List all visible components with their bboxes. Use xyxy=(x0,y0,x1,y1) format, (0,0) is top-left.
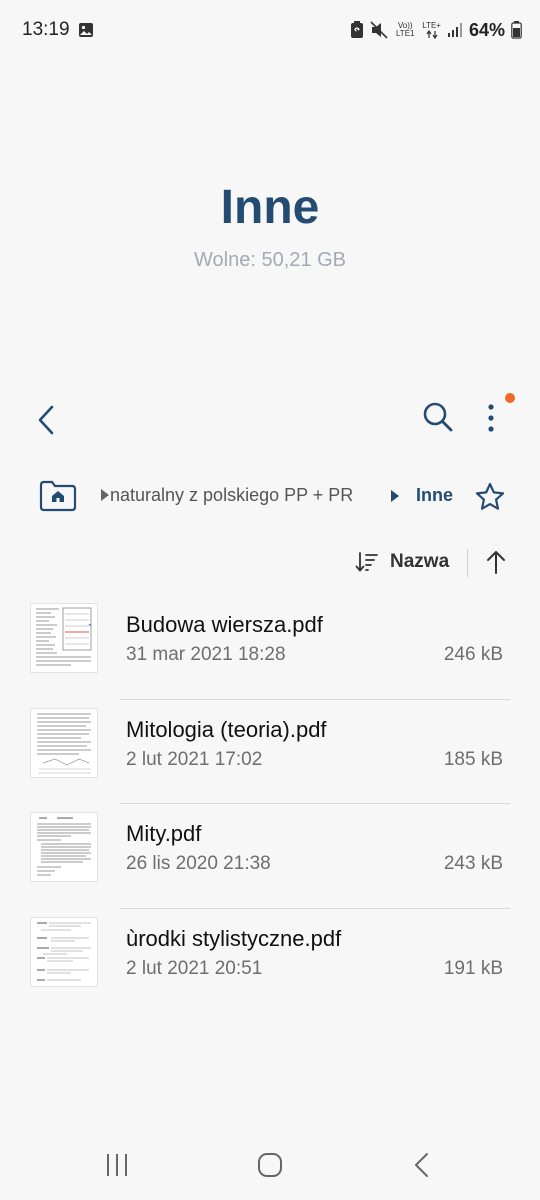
list-item[interactable]: Mity.pdf 26 lis 2020 21:38 243 kB xyxy=(0,804,540,909)
pdf-thumbnail xyxy=(30,916,98,987)
pdf-thumbnail xyxy=(30,812,98,882)
battery-percent: 64% xyxy=(468,19,505,40)
home-folder-icon[interactable] xyxy=(37,479,79,513)
nav-back-icon[interactable] xyxy=(413,1152,431,1178)
file-size: 185 kB xyxy=(443,748,503,770)
back-icon[interactable] xyxy=(32,399,62,441)
battery-saver-icon xyxy=(351,21,364,38)
breadcrumb-parent-label: naturalny z polskiego PP + PR xyxy=(110,485,354,505)
breadcrumb-parent[interactable]: naturalny z polskiego PP + PR xyxy=(100,485,353,506)
sort-bar: Nazwa xyxy=(0,545,540,579)
breadcrumb-current[interactable]: Inne xyxy=(416,485,453,506)
status-bar: 13:19 Vo)) LTE1 LTE+ 64% xyxy=(0,0,540,60)
recent-apps-icon[interactable] xyxy=(104,1152,130,1178)
free-space-label: Wolne: 50,21 GB xyxy=(194,249,346,271)
file-size: 191 kB xyxy=(443,957,503,979)
file-name: Mitologia (teoria).pdf xyxy=(126,716,327,742)
data-arrows-icon xyxy=(426,29,438,39)
volte-label: Vo)) LTE1 xyxy=(395,21,415,38)
list-item[interactable]: Mitologia (teoria).pdf 2 lut 2021 17:02 … xyxy=(0,700,540,804)
breadcrumb: naturalny z polskiego PP + PR Inne xyxy=(0,475,540,519)
file-date: 31 mar 2021 18:28 xyxy=(126,644,286,665)
pdf-thumbnail xyxy=(30,603,98,673)
file-name: Mity.pdf xyxy=(126,821,202,846)
mute-icon xyxy=(370,21,388,39)
status-icons: Vo)) LTE1 LTE+ 64% xyxy=(350,18,522,42)
file-size: 243 kB xyxy=(443,853,503,874)
sort-direction-icon[interactable] xyxy=(484,549,508,575)
signal-icon xyxy=(447,23,462,37)
file-date: 2 lut 2021 20:51 xyxy=(126,957,263,979)
toolbar xyxy=(0,393,540,443)
file-list: Budowa wiersza.pdf 31 mar 2021 18:28 246… xyxy=(0,595,540,1013)
status-time: 13:19 xyxy=(22,19,70,40)
lte-labels: LTE+ xyxy=(422,20,441,39)
divider xyxy=(467,549,468,577)
battery-icon xyxy=(511,21,522,39)
breadcrumb-arrow-icon xyxy=(391,490,399,502)
lte-label: LTE+ xyxy=(422,20,441,30)
notification-dot xyxy=(505,393,515,403)
page-title: Inne xyxy=(220,181,320,234)
sort-icon[interactable] xyxy=(355,551,379,573)
list-item[interactable]: ùrodki stylistyczne.pdf 2 lut 2021 20:51… xyxy=(0,909,540,1014)
file-date: 2 lut 2021 17:02 xyxy=(126,748,263,770)
file-name: ùrodki stylistyczne.pdf xyxy=(126,925,342,951)
file-date: 26 lis 2020 21:38 xyxy=(126,853,271,874)
pdf-thumbnail xyxy=(30,707,98,778)
file-size: 246 kB xyxy=(443,644,503,665)
home-icon[interactable] xyxy=(257,1152,283,1178)
star-icon[interactable] xyxy=(474,481,506,513)
more-options-icon[interactable] xyxy=(478,397,508,437)
system-nav-bar xyxy=(0,1130,540,1200)
breadcrumb-arrow-icon xyxy=(101,489,109,501)
image-icon xyxy=(79,23,93,37)
sort-by-button[interactable]: Nazwa xyxy=(390,551,449,573)
list-item[interactable]: Budowa wiersza.pdf 31 mar 2021 18:28 246… xyxy=(0,595,540,700)
file-name: Budowa wiersza.pdf xyxy=(126,612,323,637)
network-labels: Vo)) LTE1 xyxy=(394,22,416,38)
search-icon[interactable] xyxy=(420,399,456,435)
folder-header: Inne Wolne: 50,21 GB xyxy=(0,180,540,272)
